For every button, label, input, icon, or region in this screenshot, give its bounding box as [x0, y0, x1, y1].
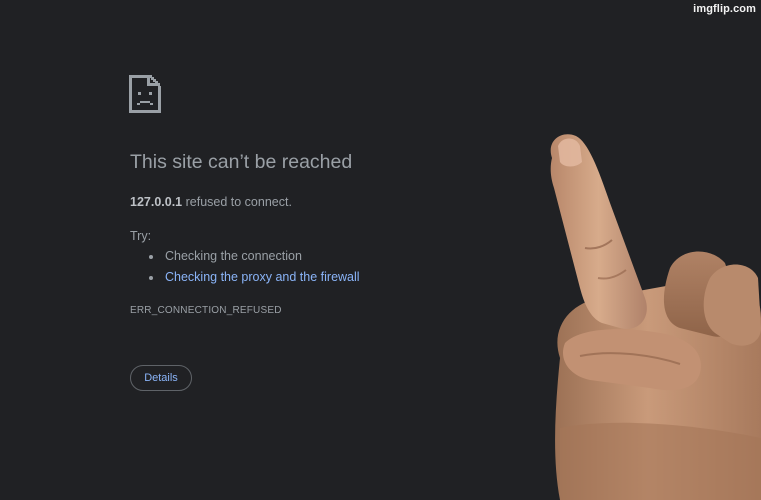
host-address: 127.0.0.1: [130, 195, 183, 209]
suggestion-check-connection: Checking the connection: [165, 249, 302, 263]
error-page: imgflip.com This site can’t be reached 1…: [0, 0, 761, 500]
middle-finger-hand-image: [550, 134, 761, 500]
bullet-icon: [149, 276, 153, 280]
try-label: Try:: [130, 229, 152, 243]
sad-page-icon: [129, 75, 161, 113]
details-button[interactable]: Details: [130, 365, 192, 391]
suggestion-item: Checking the proxy and the firewall: [130, 270, 360, 291]
error-code: ERR_CONNECTION_REFUSED: [130, 305, 282, 316]
suggestions-list: Checking the connection Checking the pro…: [130, 249, 360, 291]
imgflip-watermark: imgflip.com: [693, 3, 756, 15]
page-title: This site can’t be reached: [130, 151, 353, 173]
error-summary: 127.0.0.1 refused to connect.: [130, 195, 292, 209]
suggestion-check-proxy-link[interactable]: Checking the proxy and the firewall: [165, 270, 360, 284]
error-message: refused to connect.: [182, 195, 292, 209]
suggestion-item: Checking the connection: [130, 249, 360, 270]
bullet-icon: [149, 255, 153, 259]
